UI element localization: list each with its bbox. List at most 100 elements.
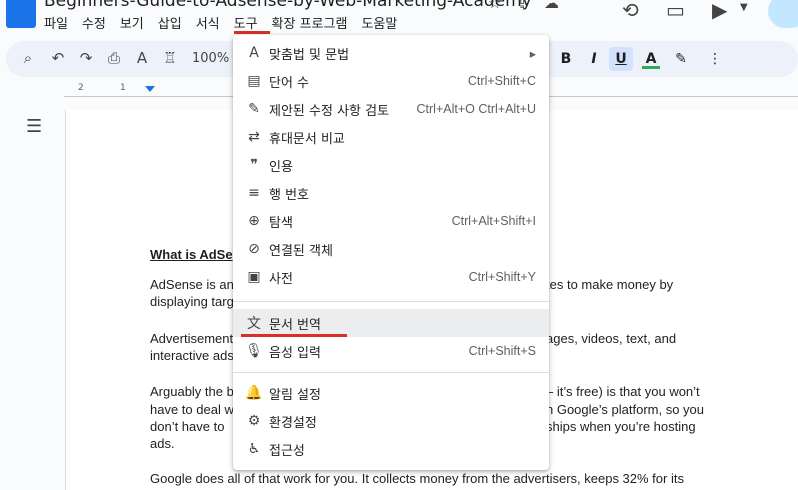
menu-item-label: 연결된 객체	[269, 243, 333, 259]
doc-line: ships when you’re hosting	[546, 419, 696, 434]
spellcheck-icon: A	[249, 45, 259, 61]
menu-item-label: 알림 설정	[269, 387, 321, 403]
dictionary-icon: ▣	[247, 269, 261, 285]
doc-line: ads.	[150, 436, 175, 451]
menu-item-shortcut: Ctrl+Shift+S	[468, 344, 536, 358]
linked-objects-icon: ⊘	[248, 241, 260, 257]
doc-line: don’t have to	[150, 419, 225, 434]
doc-line: – it’s free) is that you won’t	[546, 384, 700, 399]
doc-line: ages, videos, text, and	[546, 331, 677, 346]
microphone-icon: 🎙	[245, 343, 263, 359]
menu-item-word-count[interactable]: ▤ 단어 수 Ctrl+Shift+C	[233, 67, 549, 95]
menu-item-line-numbers[interactable]: ≡ 행 번호	[233, 179, 549, 207]
ruler-number: 2	[78, 83, 84, 93]
menu-item-label: 단어 수	[269, 75, 310, 91]
bell-icon: 🔔	[245, 385, 263, 401]
menu-bar: 파일 수정 보기 삽입 서식 도구 확장 프로그램 도움말	[44, 14, 404, 36]
menu-item-voice-typing[interactable]: 🎙 음성 입력 Ctrl+Shift+S	[233, 337, 549, 365]
translate-icon: 文	[247, 316, 261, 332]
menu-item-label: 맞춤법 및 문법	[269, 47, 350, 63]
doc-line: Google does all of that work for you. It…	[150, 471, 684, 486]
menu-edit[interactable]: 수정	[75, 14, 113, 36]
submenu-arrow-icon: ▸	[529, 46, 536, 61]
menu-item-translate-document[interactable]: 文 문서 번역	[233, 309, 549, 337]
menu-item-notification-settings[interactable]: 🔔 알림 설정	[233, 379, 549, 407]
comments-icon[interactable]: ▭	[666, 0, 685, 22]
word-count-icon: ▤	[247, 73, 261, 89]
spellcheck-icon[interactable]: A	[131, 49, 153, 67]
menu-item-label: 사전	[269, 271, 293, 287]
menu-separator	[233, 372, 549, 373]
docs-logo[interactable]	[6, 0, 36, 28]
bold-button[interactable]: B	[554, 47, 578, 71]
meet-dropdown-icon[interactable]: ▼	[740, 2, 748, 13]
line-numbers-icon: ≡	[248, 185, 260, 201]
doc-heading: What is AdSe	[150, 247, 233, 262]
menu-insert[interactable]: 삽입	[151, 14, 189, 36]
doc-line: Arguably the b	[150, 384, 234, 399]
version-history-icon[interactable]: ⟲	[622, 0, 639, 22]
tools-menu-red-underline	[234, 31, 270, 34]
menu-item-citations[interactable]: ❞ 인용	[233, 151, 549, 179]
doc-line: n Google’s platform, so you	[546, 402, 705, 417]
menu-item-spelling-grammar[interactable]: A 맞춤법 및 문법 ▸	[233, 39, 549, 67]
share-button[interactable]	[768, 0, 798, 28]
review-edits-icon: ✎	[248, 101, 260, 117]
menu-item-label: 문서 번역	[269, 317, 321, 333]
document-outline-icon[interactable]: ☰	[26, 116, 42, 137]
doc-line: tes to make money by	[546, 277, 674, 292]
more-options-icon[interactable]: ⋮	[703, 47, 727, 71]
menu-format[interactable]: 서식	[189, 14, 227, 36]
menu-item-linked-objects[interactable]: ⊘ 연결된 객체	[233, 235, 549, 263]
doc-line: AdSense is an	[150, 277, 234, 292]
doc-line: Advertisement	[150, 331, 234, 346]
menu-item-label: 접근성	[269, 443, 305, 459]
highlight-icon[interactable]: ✎	[669, 47, 693, 71]
preferences-icon: ⚙	[247, 413, 261, 429]
menu-item-shortcut: Ctrl+Shift+C	[467, 74, 536, 88]
star-icon[interactable]: ☆	[488, 0, 501, 12]
redo-icon[interactable]: ↷	[75, 49, 97, 67]
menu-item-label: 행 번호	[269, 187, 310, 203]
search-icon[interactable]: ⌕	[17, 49, 39, 67]
menu-view[interactable]: 보기	[113, 14, 151, 36]
menu-item-dictionary[interactable]: ▣ 사전 Ctrl+Shift+Y	[233, 263, 549, 291]
menu-item-preferences[interactable]: ⚙ 환경설정	[233, 407, 549, 435]
menu-item-label: 탐색	[269, 215, 293, 231]
tools-dropdown-menu: A 맞춤법 및 문법 ▸ ▤ 단어 수 Ctrl+Shift+C ✎ 제안된 수…	[233, 35, 549, 470]
menu-item-shortcut: Ctrl+Alt+O Ctrl+Alt+U	[416, 102, 536, 116]
move-icon[interactable]: ⇪	[516, 0, 529, 12]
menu-item-accessibility[interactable]: ♿ 접근성	[233, 435, 549, 463]
menu-extensions[interactable]: 확장 프로그램	[265, 14, 355, 36]
document-title[interactable]: Beginners-Guide-to-Adsense-by-Web-Market…	[44, 0, 532, 11]
italic-button[interactable]: I	[582, 47, 606, 71]
ruler-number: 1	[120, 83, 126, 93]
meet-icon[interactable]: ▶	[712, 0, 727, 22]
indent-marker[interactable]	[145, 86, 155, 92]
paint-format-icon[interactable]: ♖	[159, 49, 181, 67]
quote-icon: ❞	[250, 157, 258, 173]
doc-line: interactive ads	[150, 348, 234, 363]
menu-item-review-suggestions[interactable]: ✎ 제안된 수정 사항 검토 Ctrl+Alt+O Ctrl+Alt+U	[233, 95, 549, 123]
accessibility-icon: ♿	[247, 441, 261, 457]
menu-item-label: 환경설정	[269, 415, 317, 431]
compare-icon: ⇄	[248, 129, 260, 145]
menu-separator	[233, 301, 549, 302]
text-color-swatch	[642, 66, 660, 69]
translate-red-underline	[241, 334, 347, 337]
zoom-select[interactable]: 100%	[192, 51, 229, 66]
doc-line: displaying targ	[150, 294, 234, 309]
print-icon[interactable]: ⎙	[103, 49, 125, 67]
underline-button[interactable]: U	[609, 47, 633, 71]
undo-icon[interactable]: ↶	[47, 49, 69, 67]
menu-item-label: 제안된 수정 사항 검토	[269, 103, 390, 119]
menu-help[interactable]: 도움말	[354, 14, 404, 36]
cloud-status-icon[interactable]: ☁	[544, 0, 559, 12]
menu-item-compare-documents[interactable]: ⇄ 휴대문서 비교	[233, 123, 549, 151]
menu-item-shortcut: Ctrl+Shift+Y	[468, 270, 536, 284]
menu-item-label: 음성 입력	[269, 345, 321, 361]
menu-item-explore[interactable]: ⊕ 탐색 Ctrl+Alt+Shift+I	[233, 207, 549, 235]
menu-file[interactable]: 파일	[44, 14, 75, 36]
doc-line: have to deal w	[150, 402, 234, 417]
menu-item-label: 인용	[269, 159, 293, 175]
